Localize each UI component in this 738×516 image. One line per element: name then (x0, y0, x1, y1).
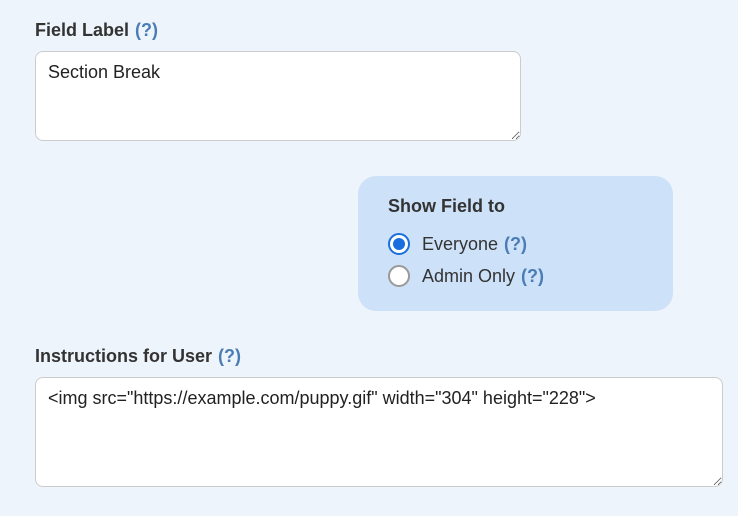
radio-admin-label-wrap: Admin Only (?) (422, 266, 544, 287)
radio-everyone[interactable] (388, 233, 410, 255)
field-label-input[interactable] (35, 51, 521, 141)
radio-admin-help-icon[interactable]: (?) (521, 266, 544, 287)
instructions-header: Instructions for User (?) (35, 346, 703, 367)
show-field-option-admin[interactable]: Admin Only (?) (388, 265, 643, 287)
instructions-title: Instructions for User (35, 346, 212, 367)
radio-everyone-label: Everyone (422, 234, 498, 255)
field-label-help-icon[interactable]: (?) (135, 20, 158, 41)
radio-everyone-help-icon[interactable]: (?) (504, 234, 527, 255)
radio-admin[interactable] (388, 265, 410, 287)
field-label-title: Field Label (35, 20, 129, 41)
show-field-option-everyone[interactable]: Everyone (?) (388, 233, 643, 255)
field-label-group: Field Label (?) (35, 20, 703, 146)
field-label-header: Field Label (?) (35, 20, 703, 41)
radio-admin-label: Admin Only (422, 266, 515, 287)
instructions-help-icon[interactable]: (?) (218, 346, 241, 367)
radio-everyone-label-wrap: Everyone (?) (422, 234, 527, 255)
instructions-input[interactable] (35, 377, 723, 487)
show-field-title: Show Field to (388, 196, 643, 217)
show-field-panel: Show Field to Everyone (?) Admin Only (?… (358, 176, 673, 311)
instructions-group: Instructions for User (?) (35, 346, 703, 492)
